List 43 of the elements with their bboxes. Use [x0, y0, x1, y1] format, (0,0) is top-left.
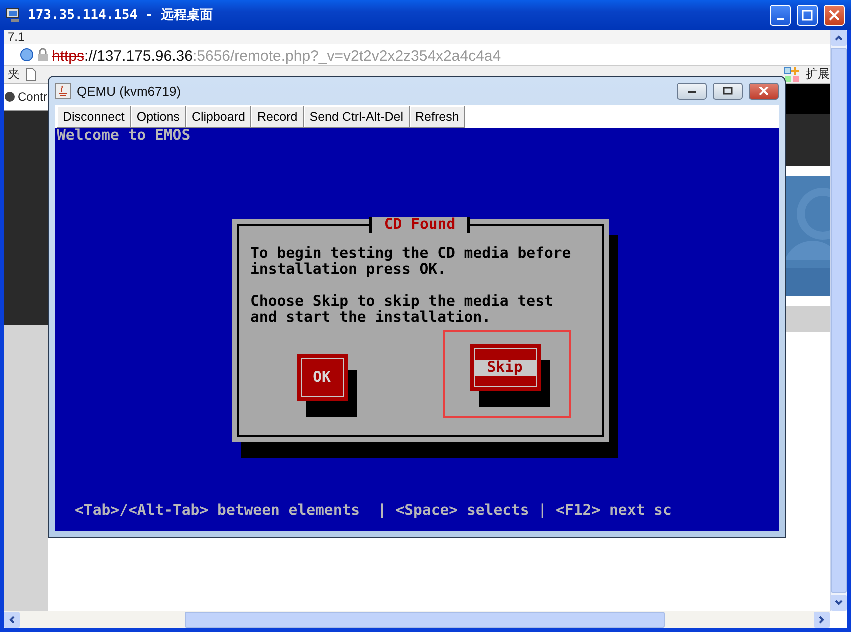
close-icon [829, 10, 840, 20]
version-text: 7.1 [8, 30, 25, 44]
toolbar-button[interactable]: Refresh [410, 106, 466, 128]
page-icon [26, 68, 37, 82]
banner-strip [783, 268, 830, 296]
sidebar-text[interactable]: Contr [18, 90, 48, 104]
toolbar-button[interactable]: Send Ctrl-Alt-Del [304, 106, 410, 128]
maximize-button[interactable] [797, 4, 818, 26]
address-url[interactable]: https://137.175.96.36:5656/remote.php?_v=v2t2v2x2z354x2a4c4a4 [52, 48, 502, 65]
vm-window-title: QEMU (kvm6719) [77, 84, 182, 98]
toolbar-button[interactable]: Disconnect [57, 106, 131, 128]
minimize-icon [687, 88, 697, 94]
dialog-message: To begin testing the CD media before installation press OK. [250, 246, 572, 278]
dialog-button[interactable]: OK [296, 354, 348, 401]
lock-icon [37, 48, 49, 62]
dialog-button[interactable]: Skip [470, 344, 540, 391]
button-shadow [306, 370, 356, 417]
console-text: Welcome to EMOS [56, 128, 192, 144]
horizontal-scrollbar[interactable] [4, 611, 830, 628]
extensions-icon [784, 66, 800, 82]
vertical-scrollbar[interactable] [830, 30, 847, 611]
minimize-button[interactable] [677, 82, 707, 100]
dialog-title: CD Found [369, 217, 471, 233]
extensions-label[interactable]: 扩展 [806, 66, 830, 83]
dialog-message: Choose Skip to skip the media test and start the installation. [250, 294, 554, 326]
app-icon [4, 91, 16, 103]
globe-icon [20, 48, 34, 62]
remote-desktop-icon [6, 7, 22, 23]
toolbar-button[interactable]: Options [130, 106, 186, 128]
panel-strip [783, 306, 830, 332]
minimize-icon [777, 18, 784, 20]
toolbar-button[interactable]: Clipboard [186, 106, 252, 128]
close-button[interactable] [749, 82, 779, 100]
close-icon [759, 87, 769, 95]
restore-button[interactable] [713, 82, 743, 100]
restore-icon [723, 87, 733, 95]
button-shadow [478, 360, 550, 407]
bookmark-label[interactable]: 夹 [8, 66, 20, 83]
java-icon [55, 83, 71, 99]
help-text: <Tab>/<Alt-Tab> between elements | <Space> selects | <F12> next sc [74, 503, 672, 519]
window-title: 173.35.114.154 - 远程桌面 [28, 7, 214, 24]
maximize-icon [802, 10, 813, 20]
toolbar-button[interactable]: Record [251, 106, 304, 128]
